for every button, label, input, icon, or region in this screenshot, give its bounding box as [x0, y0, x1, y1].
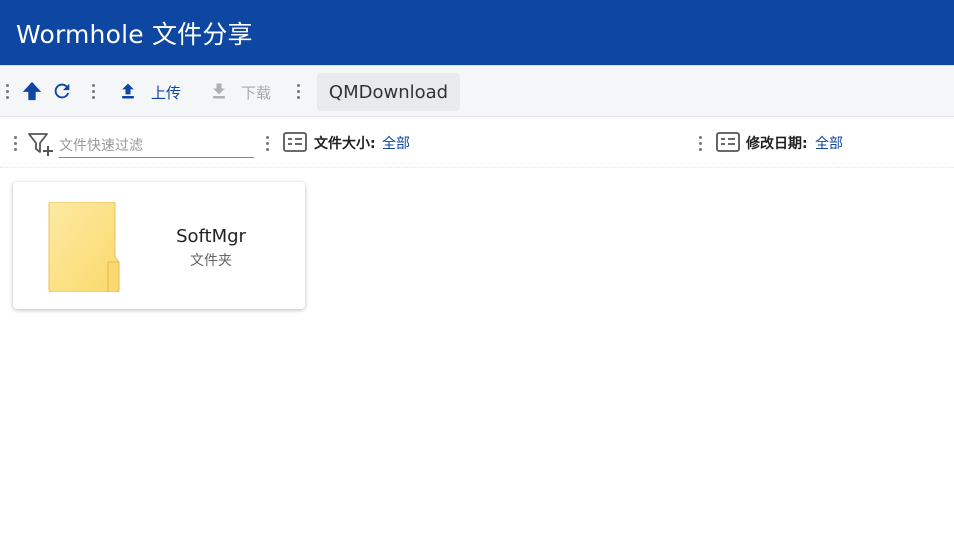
file-card[interactable]: SoftMgr 文件夹	[13, 182, 305, 309]
refresh-icon[interactable]	[51, 80, 73, 102]
folder-icon	[48, 202, 120, 292]
quick-filter-input[interactable]	[59, 134, 254, 158]
download-button: 下载	[241, 84, 272, 102]
filter-grip[interactable]	[265, 136, 269, 152]
upload-icon[interactable]	[118, 81, 138, 101]
size-filter-value[interactable]: 全部	[382, 135, 410, 153]
arrow-up-icon[interactable]	[21, 80, 43, 102]
date-filter-icon[interactable]	[716, 132, 740, 152]
file-type: 文件夹	[190, 253, 232, 269]
toolbar-grip[interactable]	[296, 84, 300, 100]
filter-grip[interactable]	[13, 136, 17, 152]
date-filter-value[interactable]: 全部	[815, 135, 843, 153]
breadcrumb-current-folder[interactable]: QMDownload	[317, 73, 460, 111]
size-filter-label: 文件大小:	[314, 136, 376, 152]
filter-grip[interactable]	[698, 136, 702, 152]
toolbar-grip[interactable]	[5, 84, 9, 100]
file-name: SoftMgr	[176, 226, 246, 247]
upload-button[interactable]: 上传	[151, 83, 181, 103]
size-filter-icon[interactable]	[283, 132, 307, 152]
toolbar-grip[interactable]	[91, 84, 95, 100]
toolbar: 上传 下载 QMDownload	[0, 65, 954, 117]
filter-bar: 文件大小: 全部 修改日期: 全部	[0, 118, 954, 168]
filter-add-icon[interactable]	[27, 132, 55, 158]
app-header: Wormhole 文件分享	[0, 0, 954, 65]
date-filter-label: 修改日期:	[746, 136, 808, 152]
app-title: Wormhole 文件分享	[16, 19, 253, 49]
download-icon	[213, 83, 225, 99]
